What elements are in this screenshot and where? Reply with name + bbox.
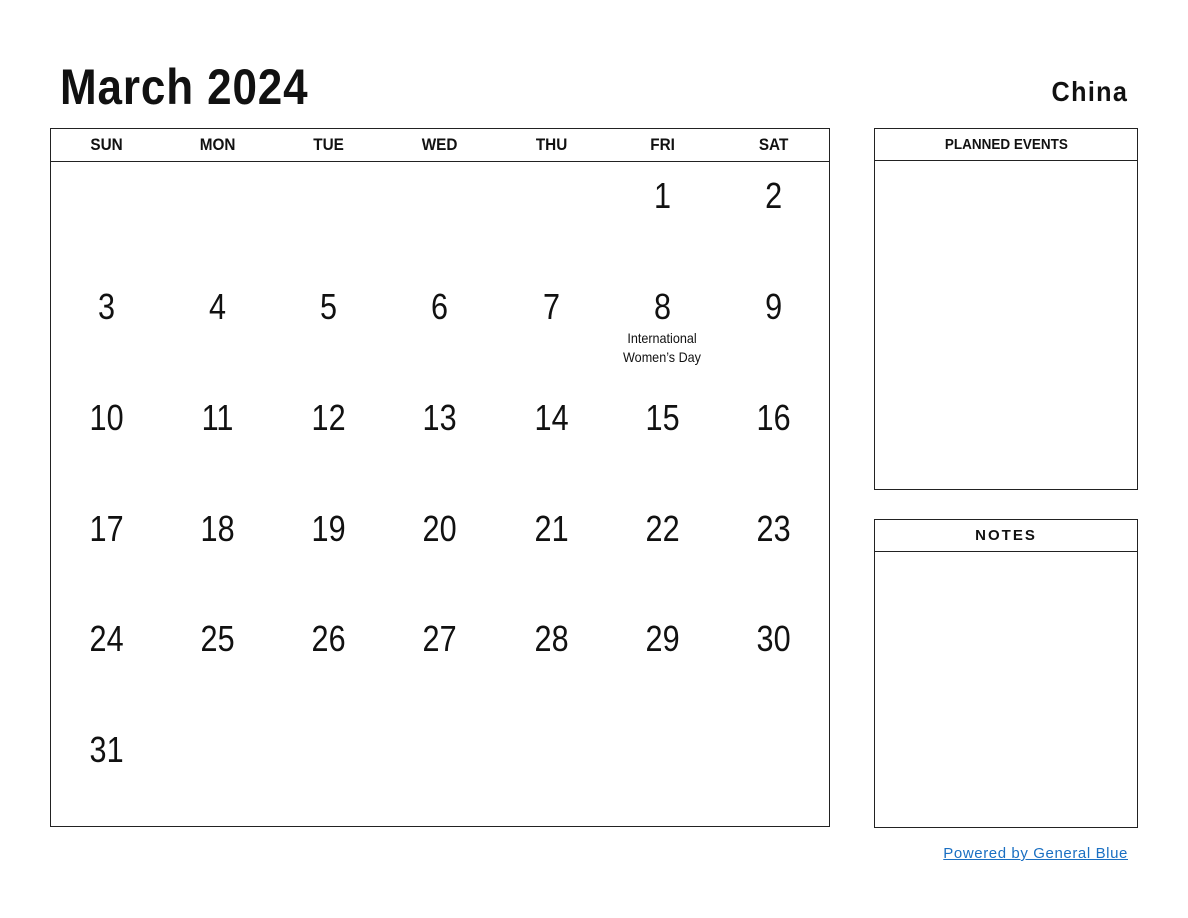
weekday-sun: SUN	[90, 135, 123, 154]
day-number: 30	[756, 618, 791, 660]
page-title: March 2024	[60, 59, 309, 115]
day-cell: 31	[51, 716, 162, 827]
day-number: 3	[98, 285, 116, 327]
planned-events-title: PLANNED EVENTS	[944, 136, 1068, 153]
day-cell: 25	[162, 605, 273, 716]
day-number: 5	[320, 285, 338, 327]
day-cell: 7	[496, 273, 607, 384]
day-cell: 12	[273, 384, 384, 495]
day-number: 29	[645, 618, 680, 660]
day-number: 15	[645, 396, 680, 438]
day-number: 25	[200, 618, 235, 660]
day-cell: 23	[718, 495, 829, 606]
day-cell: 27	[384, 605, 495, 716]
day-cell	[162, 716, 273, 827]
weekday-tue: TUE	[313, 135, 345, 154]
day-cell: 20	[384, 495, 495, 606]
day-cell: 11	[162, 384, 273, 495]
day-number: 12	[311, 396, 346, 438]
calendar-grid: SUN MON TUE WED THU FRI SAT 1 2 3 4 5 6 7 8 Inte…	[50, 128, 830, 827]
day-number: 4	[209, 285, 227, 327]
day-cell	[384, 162, 495, 273]
day-cell	[496, 162, 607, 273]
day-number: 11	[201, 396, 234, 438]
day-cell: 4	[162, 273, 273, 384]
day-number: 9	[764, 285, 782, 327]
day-cell	[496, 716, 607, 827]
day-cell	[718, 716, 829, 827]
day-cell: 21	[496, 495, 607, 606]
day-cell: 30	[718, 605, 829, 716]
day-number: 20	[422, 507, 458, 549]
day-cell	[607, 716, 718, 827]
day-cell: 5	[273, 273, 384, 384]
day-number: 6	[431, 285, 449, 327]
day-number: 19	[311, 507, 346, 549]
day-cell: 15	[607, 384, 718, 495]
day-cell: 29	[607, 605, 718, 716]
day-cell: 3	[51, 273, 162, 384]
day-cell: 16	[718, 384, 829, 495]
day-number: 21	[534, 507, 569, 549]
day-number: 14	[534, 396, 569, 438]
country-label: China	[1051, 76, 1128, 107]
day-cell: 28	[496, 605, 607, 716]
day-cell: 2	[718, 162, 829, 273]
weekday-sat: SAT	[758, 135, 789, 154]
weekday-mon: MON	[199, 135, 236, 154]
day-number: 10	[89, 396, 124, 438]
day-number: 24	[89, 618, 124, 660]
day-cell: 6	[384, 273, 495, 384]
day-cell: 9	[718, 273, 829, 384]
day-number: 28	[534, 618, 569, 660]
day-cell: 19	[273, 495, 384, 606]
day-number: 31	[89, 729, 124, 771]
day-number: 18	[200, 507, 235, 549]
powered-by-link[interactable]: Powered by General Blue	[943, 845, 1128, 862]
day-cell	[273, 162, 384, 273]
weekday-header: SUN MON TUE WED THU FRI SAT	[51, 129, 829, 162]
weekday-fri: FRI	[649, 135, 675, 154]
notes-panel: NOTES	[874, 519, 1138, 828]
day-cell: 22	[607, 495, 718, 606]
day-cell: 14	[496, 384, 607, 495]
weekday-thu: THU	[535, 135, 567, 154]
day-cell: 13	[384, 384, 495, 495]
day-cell: 8 International Women’s Day	[607, 273, 718, 384]
day-number: 16	[756, 396, 791, 438]
planned-events-panel: PLANNED EVENTS	[874, 128, 1138, 490]
day-number: 13	[422, 396, 458, 438]
day-cell	[273, 716, 384, 827]
day-cell: 1	[607, 162, 718, 273]
day-grid: 1 2 3 4 5 6 7 8 International Women’s Day 9 10 11 12…	[51, 162, 829, 827]
day-number: 7	[542, 285, 560, 327]
day-number: 1	[653, 175, 671, 216]
day-number: 27	[422, 618, 458, 660]
day-cell: 18	[162, 495, 273, 606]
day-cell: 10	[51, 384, 162, 495]
day-cell: 17	[51, 495, 162, 606]
day-number: 17	[89, 507, 124, 549]
day-number: 2	[764, 175, 782, 216]
day-cell	[51, 162, 162, 273]
day-cell: 26	[273, 605, 384, 716]
holiday-label: International Women’s Day	[623, 329, 702, 365]
planned-events-header: PLANNED EVENTS	[875, 129, 1137, 161]
weekday-wed: WED	[422, 135, 458, 154]
day-number: 23	[756, 507, 791, 549]
day-number: 8	[653, 285, 671, 327]
day-number: 26	[311, 618, 346, 660]
day-cell	[384, 716, 495, 827]
notes-header: NOTES	[875, 520, 1137, 552]
day-cell	[162, 162, 273, 273]
day-cell: 24	[51, 605, 162, 716]
day-number: 22	[645, 507, 680, 549]
